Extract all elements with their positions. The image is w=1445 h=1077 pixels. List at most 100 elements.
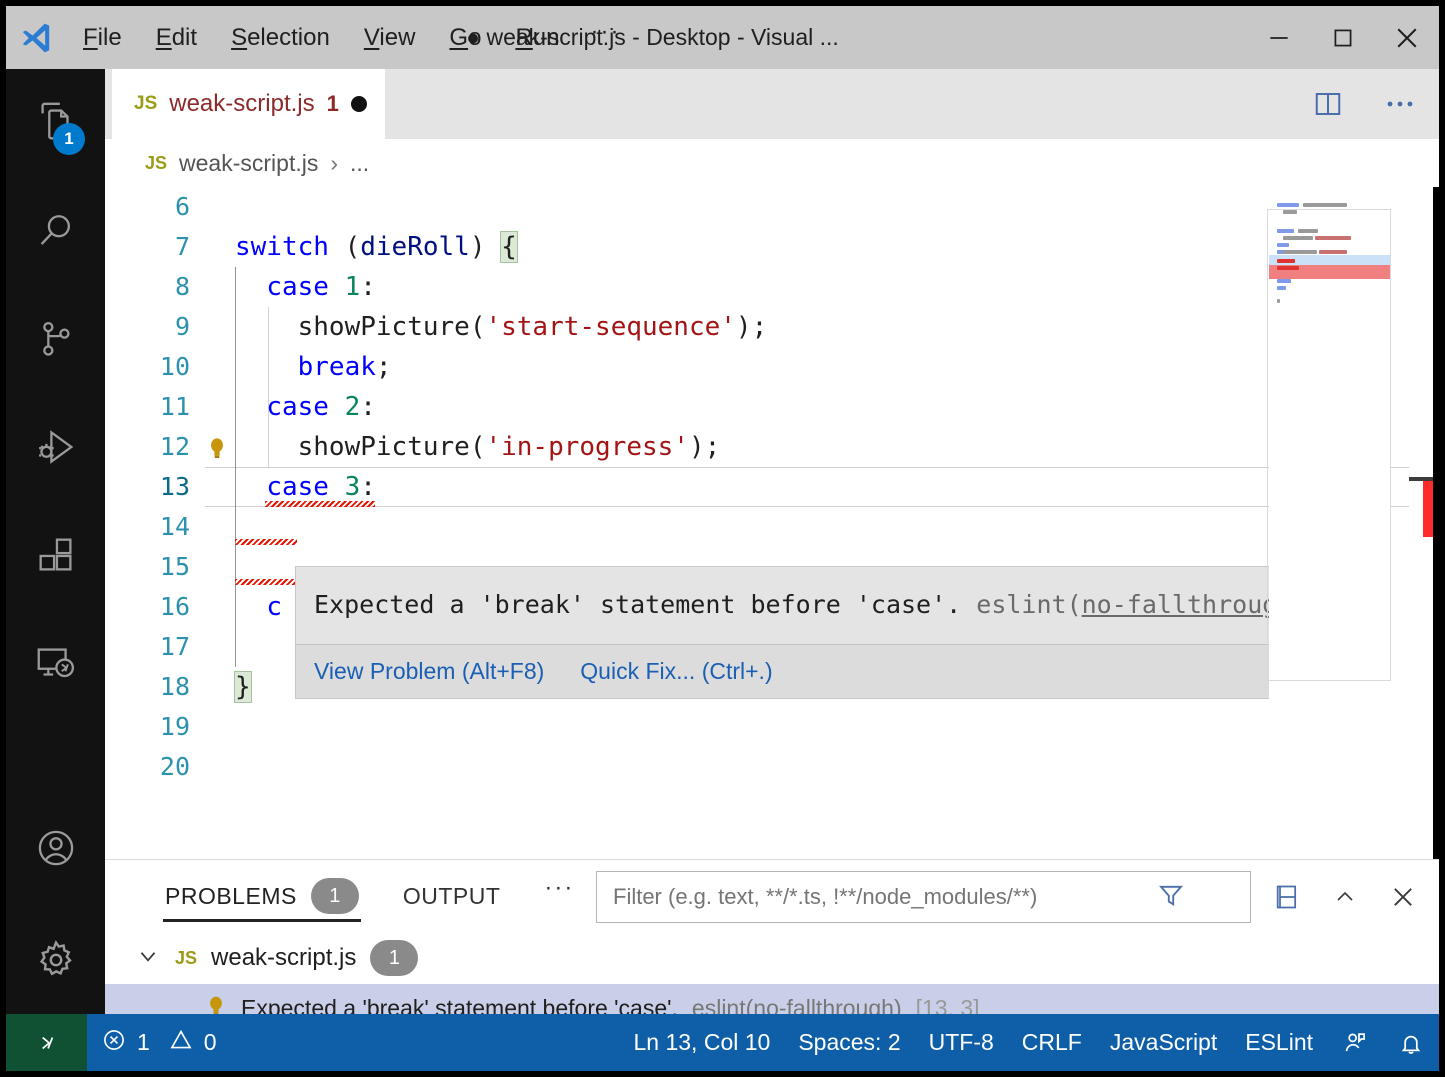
close-button[interactable] xyxy=(1375,6,1439,69)
split-editor-icon[interactable] xyxy=(1301,77,1355,131)
code-text: switch (dieRoll) { xyxy=(235,227,518,267)
sidebar-item-settings[interactable] xyxy=(6,906,105,1014)
js-file-icon: JS xyxy=(134,93,158,114)
sidebar-item-run-and-debug[interactable] xyxy=(6,393,105,501)
tab-dirty-indicator[interactable] xyxy=(350,96,367,112)
status-eslint[interactable]: ESLint xyxy=(1231,1014,1327,1071)
vscode-logo-icon xyxy=(6,6,66,69)
sidebar-item-accounts[interactable] xyxy=(6,794,105,902)
problems-filter-input[interactable] xyxy=(611,883,1155,911)
code-token: 2 xyxy=(344,392,361,422)
code-line[interactable]: 19 xyxy=(105,707,1439,747)
problems-filter-box[interactable] xyxy=(596,871,1251,923)
tab-weak-script-js[interactable]: JS weak-script.js 1 xyxy=(112,69,385,139)
explorer-badge: 1 xyxy=(53,123,85,155)
view-problem-link[interactable]: View Problem (Alt+F8) xyxy=(314,658,544,685)
view-as-table-icon[interactable] xyxy=(1265,875,1309,919)
maximize-button[interactable] xyxy=(1311,6,1375,69)
code-line[interactable]: 7 switch (dieRoll) { xyxy=(105,227,1439,267)
code-token: : xyxy=(360,272,376,302)
status-error-count: 1 xyxy=(137,1029,150,1055)
status-eol[interactable]: CRLF xyxy=(1008,1014,1096,1071)
code-token: case xyxy=(266,392,329,422)
breadcrumb-separator-icon: › xyxy=(330,149,339,176)
code-line[interactable]: 8 case 1: xyxy=(105,267,1439,307)
line-number: 20 xyxy=(159,752,190,781)
status-encoding[interactable]: UTF-8 xyxy=(915,1014,1008,1071)
status-indentation[interactable]: Spaces: 2 xyxy=(784,1014,914,1071)
code-line[interactable]: 12 showPicture('in-progress'); xyxy=(105,427,1439,467)
code-token: ); xyxy=(735,312,768,342)
sidebar-item-explorer[interactable]: 1 xyxy=(6,69,105,177)
code-line[interactable]: 13 case 3: xyxy=(105,467,1439,507)
menu-selection[interactable]: Selection xyxy=(214,20,347,56)
menu-go[interactable]: Go xyxy=(432,20,498,56)
minimap-slider[interactable] xyxy=(1267,209,1391,681)
sidebar-item-source-control[interactable] xyxy=(6,285,105,393)
problems-file-count: 1 xyxy=(370,940,419,976)
collapse-panel-icon[interactable] xyxy=(1323,875,1367,919)
hover-rule-link[interactable]: no-fallthrough xyxy=(1082,590,1293,619)
status-problems[interactable]: 1 0 xyxy=(87,1014,231,1071)
status-cursor-position[interactable]: Ln 13, Col 10 xyxy=(620,1014,785,1071)
line-number: 18 xyxy=(159,672,190,701)
tab-problems-count: 1 xyxy=(310,878,359,914)
status-feedback-icon[interactable] xyxy=(1327,1014,1383,1071)
code-line[interactable]: 6 xyxy=(105,187,1439,227)
code-editor[interactable]: 6 7 switch (dieRoll) {8 case 1: 9 showPictu… xyxy=(105,187,1439,859)
problems-file-group[interactable]: JS weak-script.js 1 xyxy=(105,932,1439,984)
sidebar-item-remote-explorer[interactable] xyxy=(6,609,105,717)
menu-run[interactable]: Run xyxy=(498,20,576,56)
line-number: 15 xyxy=(159,552,190,581)
code-token: 'start-sequence' xyxy=(485,312,736,342)
breadcrumb-rest[interactable]: ... xyxy=(350,150,369,177)
menu-view[interactable]: View xyxy=(347,20,433,56)
title-bar: File Edit Selection View Go Run ··· ● we… xyxy=(6,6,1439,69)
bottom-panel: PROBLEMS 1 OUTPUT ··· Filter (e.g. text,… xyxy=(105,859,1439,1032)
menu-file[interactable]: File xyxy=(66,20,139,56)
breadcrumb-file[interactable]: weak-script.js xyxy=(179,150,318,177)
code-line[interactable]: 14 xyxy=(105,507,1439,547)
status-warning-count: 0 xyxy=(203,1029,217,1055)
funnel-icon[interactable] xyxy=(1155,881,1187,914)
line-number: 13 xyxy=(159,472,190,501)
hover-body: Expected a 'break' statement before 'cas… xyxy=(296,567,1351,644)
tab-output-label: OUTPUT xyxy=(402,882,501,909)
code-line[interactable]: 11 case 2: xyxy=(105,387,1439,427)
code-text: } xyxy=(234,667,252,707)
quick-fix-link[interactable]: Quick Fix... (Ctrl+.) xyxy=(580,658,772,685)
breadcrumb[interactable]: JS weak-script.js › ... xyxy=(105,139,1439,187)
panel-tabs-overflow[interactable]: ··· xyxy=(522,874,596,902)
editor-area: JS weak-script.js 1 JS weak-script.js › … xyxy=(105,69,1439,1032)
status-language-mode[interactable]: JavaScript xyxy=(1096,1014,1231,1071)
code-line[interactable]: 10 break; xyxy=(105,347,1439,387)
status-bell-icon[interactable] xyxy=(1383,1014,1439,1071)
sidebar-item-extensions[interactable] xyxy=(6,501,105,609)
code-token: ) xyxy=(469,232,502,262)
close-panel-icon[interactable] xyxy=(1381,875,1425,919)
code-line[interactable]: 9 showPicture('start-sequence'); xyxy=(105,307,1439,347)
chevron-down-icon[interactable] xyxy=(135,943,161,974)
code-token: showPicture xyxy=(297,432,470,462)
tab-output[interactable]: OUTPUT xyxy=(381,860,523,932)
remote-indicator[interactable] xyxy=(6,1014,87,1071)
hover-message-text: Expected a 'break' statement before 'cas… xyxy=(314,590,977,619)
error-squiggle xyxy=(235,539,297,545)
menu-edit[interactable]: Edit xyxy=(139,20,214,56)
more-actions-icon[interactable] xyxy=(1373,77,1427,131)
code-token: dieRoll xyxy=(360,232,470,262)
tab-problems-underline xyxy=(163,919,361,922)
menu-overflow[interactable]: ··· xyxy=(576,14,634,50)
minimize-button[interactable] xyxy=(1247,6,1311,69)
code-line[interactable]: 20 xyxy=(105,747,1439,787)
indent-guide xyxy=(235,627,236,667)
current-line-border-top xyxy=(205,467,1439,468)
tab-problems[interactable]: PROBLEMS 1 xyxy=(143,860,381,932)
line-number: 12 xyxy=(159,432,190,461)
sidebar-item-search[interactable] xyxy=(6,177,105,285)
tab-label: weak-script.js xyxy=(169,90,315,117)
minimap[interactable] xyxy=(1267,187,1391,859)
lightbulb-icon[interactable] xyxy=(205,435,229,461)
